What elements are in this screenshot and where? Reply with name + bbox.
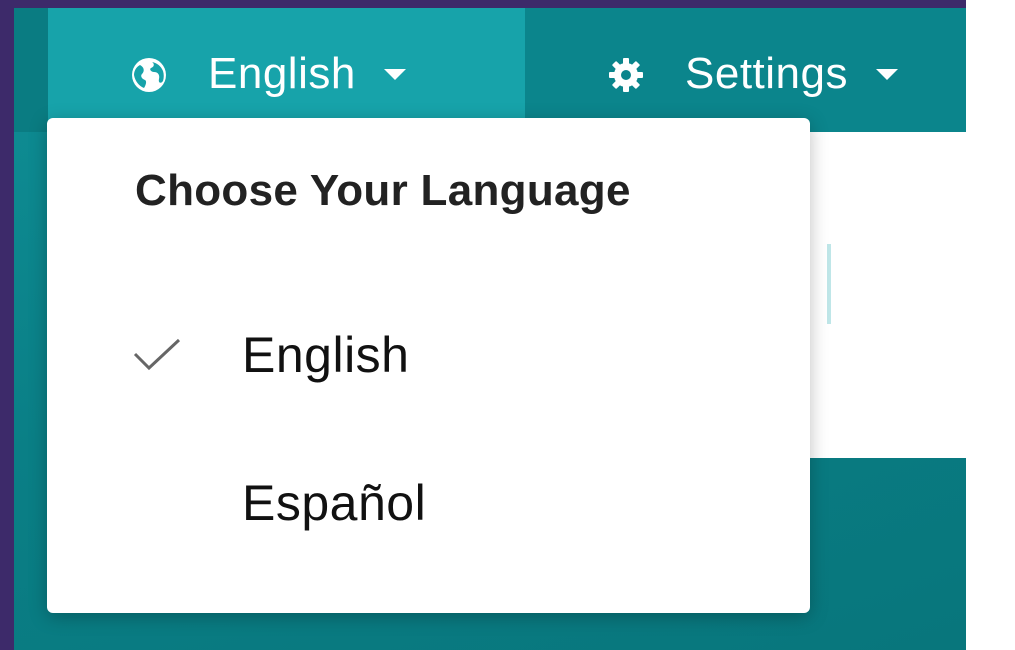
language-option-label: Español xyxy=(242,475,427,531)
language-option-english[interactable]: English xyxy=(47,290,810,420)
language-option-espanol[interactable]: Español xyxy=(47,462,810,592)
top-navbar: English Settings xyxy=(14,8,966,132)
navbar-left-strip xyxy=(14,8,48,132)
settings-menu-toggle[interactable]: Settings xyxy=(525,8,966,132)
language-menu-toggle[interactable]: English xyxy=(48,8,525,132)
chevron-down-icon xyxy=(875,68,898,80)
language-menu-label: English xyxy=(208,49,356,98)
chevron-down-icon xyxy=(383,68,406,80)
content-panel xyxy=(809,132,966,458)
language-option-label: English xyxy=(242,327,410,383)
check-icon xyxy=(131,334,183,374)
dropdown-header: Choose Your Language xyxy=(135,166,631,215)
globe-icon xyxy=(130,55,168,93)
gear-icon xyxy=(607,55,645,93)
page-background xyxy=(966,0,1015,650)
settings-menu-label: Settings xyxy=(685,49,848,98)
panel-divider xyxy=(827,244,831,324)
language-dropdown: Choose Your Language English Español xyxy=(47,118,810,613)
